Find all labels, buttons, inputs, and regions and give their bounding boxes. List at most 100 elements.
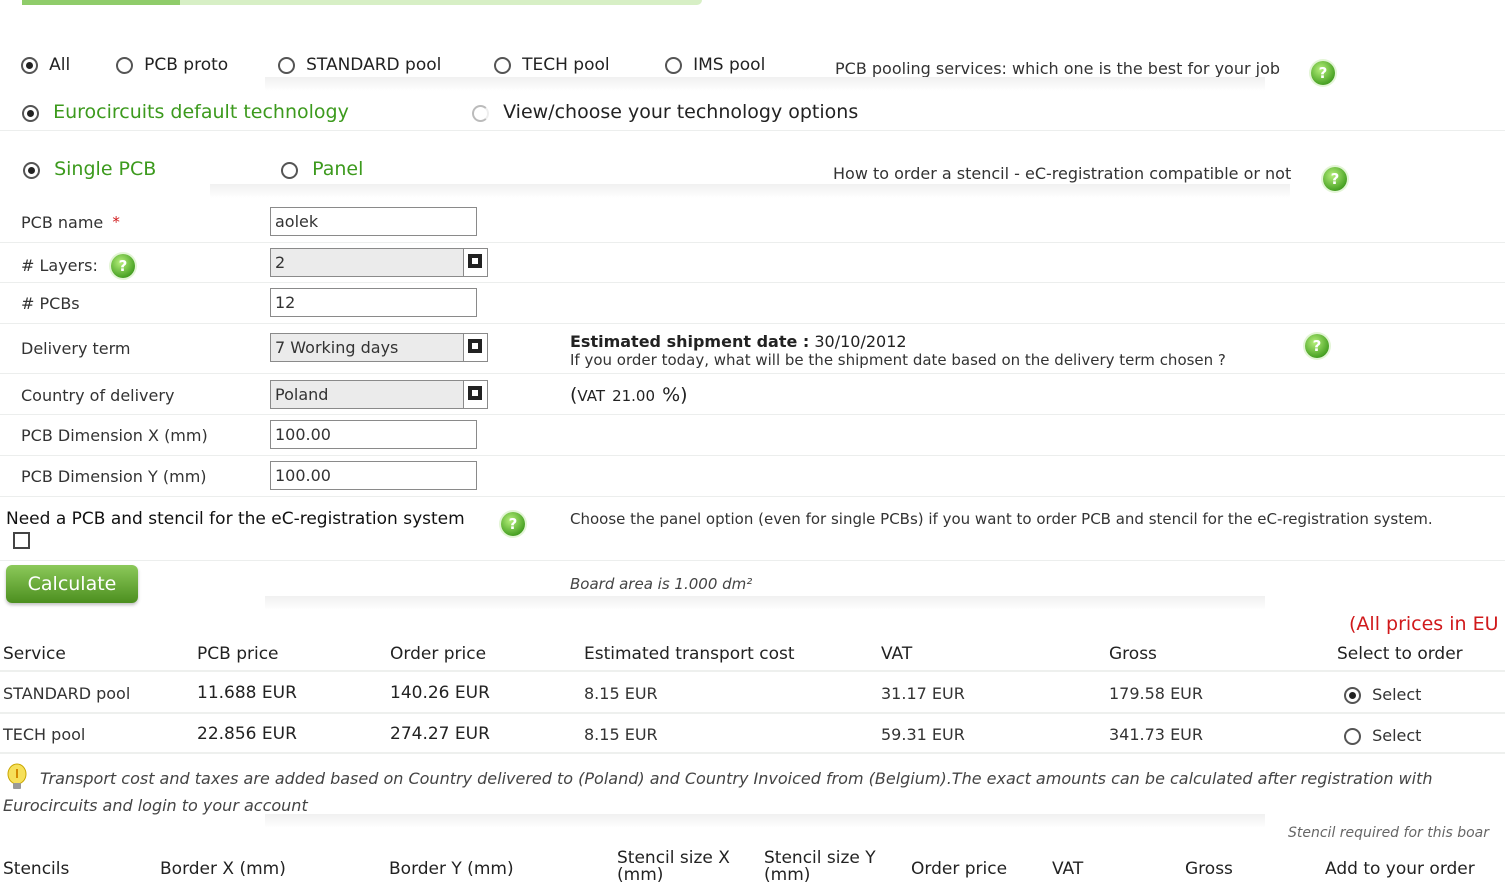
country-label: Country of delivery bbox=[21, 386, 175, 405]
radio-tech-default[interactable] bbox=[22, 105, 39, 122]
progress-bar-fill bbox=[22, 0, 180, 5]
shipment-note: If you order today, what will be the shi… bbox=[570, 351, 1226, 369]
pooling-help-link[interactable]: PCB pooling services: which one is the b… bbox=[835, 59, 1280, 78]
col-stencil-gross: Gross bbox=[1185, 859, 1233, 879]
pcb-name-input[interactable]: aolek bbox=[270, 207, 477, 236]
radio-ims-pool[interactable] bbox=[665, 57, 682, 74]
radio-all[interactable] bbox=[21, 57, 38, 74]
filter-tech-pool[interactable]: TECH pool bbox=[494, 55, 610, 75]
col-transport: Estimated transport cost bbox=[584, 644, 795, 664]
table-row-transport: 8.15 EUR bbox=[584, 684, 658, 703]
col-add-to-order: Add to your order bbox=[1325, 859, 1475, 879]
table-row-pcb-price: 11.688 EUR bbox=[197, 683, 297, 703]
dim-x-input[interactable]: 100.00 bbox=[270, 420, 477, 449]
divider bbox=[0, 373, 1505, 374]
col-stencils: Stencils bbox=[3, 859, 70, 879]
help-icon[interactable]: ? bbox=[1311, 61, 1335, 85]
tech-default-option[interactable]: Eurocircuits default technology bbox=[22, 101, 349, 123]
col-gross: Gross bbox=[1109, 644, 1157, 664]
divider bbox=[265, 596, 1265, 610]
divider bbox=[0, 282, 1505, 283]
divider bbox=[0, 130, 1505, 131]
table-row-pcb-price: 22.856 EUR bbox=[197, 724, 297, 744]
help-icon[interactable]: ? bbox=[111, 254, 135, 278]
dropdown-arrow-icon[interactable] bbox=[463, 381, 487, 408]
table-row-gross: 179.58 EUR bbox=[1109, 684, 1204, 703]
col-stencil-order-price: Order price bbox=[911, 859, 1008, 879]
single-pcb-option[interactable]: Single PCB bbox=[23, 158, 156, 180]
divider bbox=[0, 670, 1505, 672]
dim-y-input[interactable]: 100.00 bbox=[270, 461, 477, 490]
divider bbox=[0, 323, 1505, 324]
col-stencil-size-x: Stencil size X (mm) bbox=[617, 848, 730, 884]
divider bbox=[265, 77, 1265, 91]
table-row-service: STANDARD pool bbox=[3, 684, 131, 703]
country-select[interactable]: Poland bbox=[270, 380, 488, 409]
col-pcb-price: PCB price bbox=[197, 644, 279, 664]
filter-standard-pool[interactable]: STANDARD pool bbox=[278, 55, 441, 75]
filter-all[interactable]: All bbox=[21, 55, 70, 75]
stencil-help-link[interactable]: How to order a stencil - eC-registration… bbox=[833, 164, 1291, 183]
calculate-button[interactable]: Calculate bbox=[6, 565, 138, 603]
col-stencil-size-y: Stencil size Y (mm) bbox=[764, 848, 876, 884]
divider bbox=[210, 184, 1290, 198]
panel-hint: Choose the panel option (even for single… bbox=[570, 510, 1433, 528]
radio-tech-options[interactable] bbox=[472, 105, 489, 122]
col-border-y: Border Y (mm) bbox=[389, 859, 514, 879]
divider bbox=[0, 560, 1505, 561]
layers-select[interactable]: 2 bbox=[270, 248, 488, 277]
vat-rate: (VAT 21.00 %) bbox=[570, 384, 688, 406]
help-icon[interactable]: ? bbox=[1323, 167, 1347, 191]
radio-single-pcb[interactable] bbox=[23, 162, 40, 179]
pcbs-label: # PCBs bbox=[21, 294, 80, 313]
board-area: Board area is 1.000 dm² bbox=[570, 575, 753, 593]
help-icon[interactable]: ? bbox=[1305, 334, 1329, 358]
divider bbox=[0, 496, 1505, 497]
col-service: Service bbox=[3, 644, 66, 664]
prices-currency-note: (All prices in EU bbox=[1349, 613, 1499, 635]
required-mark: * bbox=[112, 213, 120, 231]
progress-bar bbox=[22, 0, 702, 5]
table-row-gross: 341.73 EUR bbox=[1109, 725, 1204, 744]
radio-select-standard[interactable] bbox=[1344, 687, 1361, 704]
table-row-vat: 31.17 EUR bbox=[881, 684, 965, 703]
transport-note-line2: Eurocircuits and login to your account bbox=[3, 796, 308, 815]
col-border-x: Border X (mm) bbox=[160, 859, 286, 879]
table-row-transport: 8.15 EUR bbox=[584, 725, 658, 744]
table-row-service: TECH pool bbox=[3, 725, 86, 744]
col-order-price: Order price bbox=[390, 644, 487, 664]
radio-select-tech[interactable] bbox=[1344, 728, 1361, 745]
lightbulb-icon bbox=[7, 763, 27, 789]
divider bbox=[0, 752, 1505, 754]
select-tech-pool[interactable]: Select bbox=[1344, 726, 1421, 745]
pcb-name-label: PCB name * bbox=[21, 213, 120, 232]
tech-options-option[interactable]: View/choose your technology options bbox=[472, 101, 858, 123]
dropdown-arrow-icon[interactable] bbox=[463, 334, 487, 361]
divider bbox=[0, 414, 1505, 415]
table-row-order-price: 274.27 EUR bbox=[390, 724, 490, 744]
table-row-vat: 59.31 EUR bbox=[881, 725, 965, 744]
layers-label: # Layers: bbox=[21, 256, 98, 275]
delivery-select[interactable]: 7 Working days bbox=[270, 333, 488, 362]
ec-registration-checkbox[interactable] bbox=[13, 532, 30, 549]
table-row-order-price: 140.26 EUR bbox=[390, 683, 490, 703]
help-icon[interactable]: ? bbox=[501, 512, 525, 536]
filter-ims-pool[interactable]: IMS pool bbox=[665, 55, 765, 75]
filter-pcb-proto[interactable]: PCB proto bbox=[116, 55, 228, 75]
shipment-date: Estimated shipment date : 30/10/2012 bbox=[570, 332, 907, 351]
divider bbox=[0, 242, 1505, 243]
col-vat: VAT bbox=[881, 644, 913, 664]
panel-option[interactable]: Panel bbox=[281, 158, 363, 180]
dropdown-arrow-icon[interactable] bbox=[463, 249, 487, 276]
dim-y-label: PCB Dimension Y (mm) bbox=[21, 467, 207, 486]
radio-panel[interactable] bbox=[281, 162, 298, 179]
radio-pcb-proto[interactable] bbox=[116, 57, 133, 74]
radio-tech-pool[interactable] bbox=[494, 57, 511, 74]
select-standard-pool[interactable]: Select bbox=[1344, 685, 1421, 704]
divider bbox=[0, 712, 1505, 714]
pcbs-input[interactable]: 12 bbox=[270, 288, 477, 317]
divider bbox=[0, 455, 1505, 456]
col-select: Select to order bbox=[1337, 644, 1463, 664]
ec-registration-label: Need a PCB and stencil for the eC-regist… bbox=[6, 509, 465, 529]
radio-standard-pool[interactable] bbox=[278, 57, 295, 74]
